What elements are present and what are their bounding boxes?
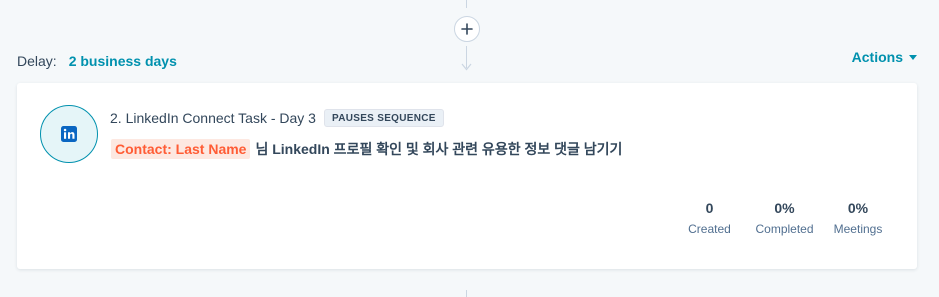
- step-body: Contact: Last Name 님 LinkedIn 프로필 확인 및 회…: [111, 139, 622, 159]
- stat-meetings: 0% Meetings: [828, 200, 888, 236]
- stat-label: Completed: [755, 222, 814, 236]
- actions-label: Actions: [851, 49, 903, 65]
- stat-completed: 0% Completed: [747, 200, 822, 236]
- stat-created: 0 Created: [682, 200, 737, 236]
- stat-value: 0%: [774, 200, 795, 216]
- step-body-text: 님 LinkedIn 프로필 확인 및 회사 관련 유용한 정보 댓글 남기기: [255, 141, 623, 157]
- stat-label: Meetings: [833, 222, 883, 236]
- pauses-sequence-badge: PAUSES SEQUENCE: [323, 109, 444, 127]
- sequence-editor: Delay: 2 business days Actions 2. Linked…: [0, 0, 939, 297]
- personalization-token: Contact: Last Name: [111, 139, 251, 159]
- step-title-row: 2. LinkedIn Connect Task - Day 3 PAUSES …: [110, 109, 444, 127]
- add-step-button[interactable]: [454, 16, 480, 42]
- caret-down-icon: [909, 54, 917, 60]
- sequence-step-card[interactable]: 2. LinkedIn Connect Task - Day 3 PAUSES …: [17, 83, 917, 269]
- delay-label: Delay:: [17, 53, 57, 69]
- connector-line: [466, 0, 467, 8]
- linkedin-icon: [40, 105, 98, 163]
- step-title[interactable]: 2. LinkedIn Connect Task - Day 3: [110, 110, 316, 126]
- plus-icon: [461, 23, 473, 35]
- stat-label: Created: [688, 222, 731, 236]
- stat-value: 0%: [847, 200, 869, 216]
- delay-row: Delay: 2 business days: [17, 53, 177, 69]
- actions-dropdown[interactable]: Actions: [852, 49, 917, 65]
- connector-line: [466, 290, 467, 297]
- step-stats: 0 Created 0% Completed 0% Meetings: [682, 200, 888, 236]
- delay-value-link[interactable]: 2 business days: [69, 53, 177, 69]
- stat-value: 0: [705, 200, 714, 216]
- arrow-down-icon: [461, 63, 472, 71]
